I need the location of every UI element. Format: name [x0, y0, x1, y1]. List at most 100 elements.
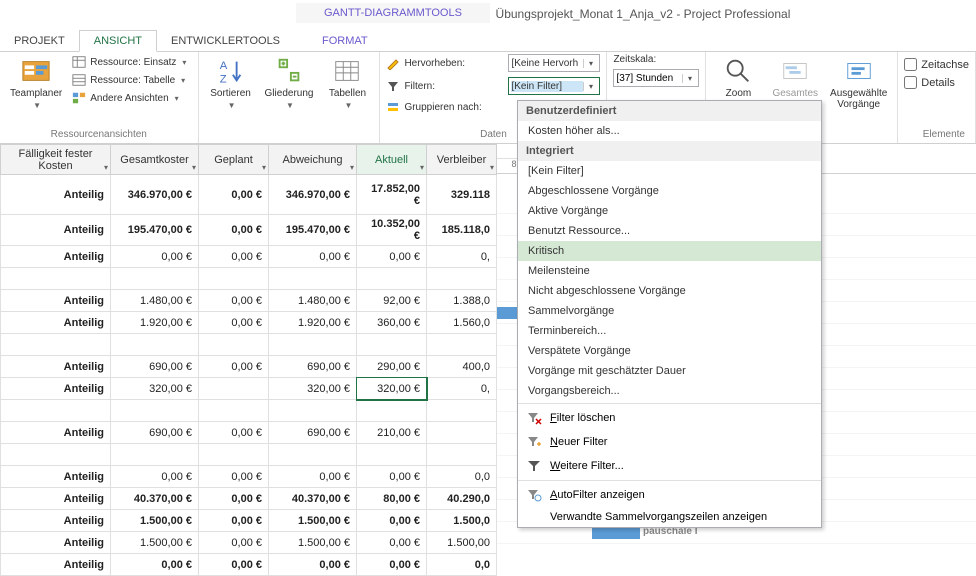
cell[interactable] [427, 400, 497, 422]
gantt-row[interactable] [497, 544, 976, 557]
cell[interactable]: 690,00 € [111, 356, 199, 378]
cell[interactable] [357, 334, 427, 356]
filter-item-none[interactable]: [Kein Filter] [518, 161, 821, 181]
cell[interactable] [111, 400, 199, 422]
sortieren-button[interactable]: AZ Sortieren▼ [205, 54, 257, 112]
filter-item[interactable]: Abgeschlossene Vorgänge [518, 181, 821, 201]
cell[interactable] [199, 268, 269, 290]
cell[interactable]: Anteilig [1, 356, 111, 378]
clear-filter-button[interactable]: Filter löschen [518, 406, 821, 430]
res-tabelle-button[interactable]: Ressource: Tabelle▾ [70, 72, 188, 88]
cell[interactable]: 80,00 € [357, 488, 427, 510]
cell[interactable]: 0,00 € [199, 510, 269, 532]
filter-item[interactable]: Vorgangsbereich... [518, 381, 821, 401]
cell[interactable]: 0,00 € [357, 466, 427, 488]
cell[interactable]: 0,00 € [357, 246, 427, 268]
cell[interactable]: 0,00 € [357, 532, 427, 554]
filter-item[interactable]: Vorgänge mit geschätzter Dauer [518, 361, 821, 381]
tab-projekt[interactable]: PROJEKT [0, 31, 79, 51]
cell[interactable] [1, 334, 111, 356]
cell[interactable]: 195.470,00 € [269, 215, 357, 246]
cell[interactable] [269, 444, 357, 466]
tabellen-button[interactable]: Tabellen▼ [321, 54, 373, 112]
cell[interactable] [427, 268, 497, 290]
cell[interactable]: Anteilig [1, 532, 111, 554]
res-einsatz-button[interactable]: Ressource: Einsatz▾ [70, 54, 188, 70]
cell[interactable]: 346.970,00 € [269, 175, 357, 215]
tab-format[interactable]: FORMAT [294, 31, 396, 51]
cell[interactable] [1, 444, 111, 466]
cell[interactable]: Anteilig [1, 510, 111, 532]
cell[interactable] [111, 334, 199, 356]
cell[interactable] [269, 400, 357, 422]
details-checkbox[interactable]: Details [904, 76, 955, 89]
hervorheben-combo[interactable]: [Keine Hervorh▾ [508, 54, 600, 72]
cell[interactable]: Anteilig [1, 290, 111, 312]
cell[interactable] [427, 422, 497, 444]
cell[interactable]: 1.920,00 € [269, 312, 357, 334]
cell[interactable]: Anteilig [1, 422, 111, 444]
filter-item[interactable]: Kosten höher als... [518, 121, 821, 141]
cell[interactable]: 1.500,0 [427, 510, 497, 532]
cell[interactable]: 0,00 € [199, 422, 269, 444]
cell[interactable] [199, 444, 269, 466]
col-aktuell[interactable]: Aktuell▾ [357, 145, 427, 175]
cell[interactable]: Anteilig [1, 378, 111, 400]
cell[interactable]: 0,00 € [199, 532, 269, 554]
cell[interactable]: 185.118,0 [427, 215, 497, 246]
tab-entwickler[interactable]: ENTWICKLERTOOLS [157, 31, 294, 51]
cell[interactable]: 0,00 € [111, 246, 199, 268]
cell[interactable]: 0,0 [427, 466, 497, 488]
cell[interactable]: 1.500,00 € [111, 532, 199, 554]
col-faelligkeit[interactable]: Fälligkeit fester Kosten▾ [1, 145, 111, 175]
cell[interactable]: 17.852,00 € [357, 175, 427, 215]
col-geplant[interactable]: Geplant▾ [199, 145, 269, 175]
col-gesamtkosten[interactable]: Gesamtkoster▾ [111, 145, 199, 175]
filter-item[interactable]: Meilensteine [518, 261, 821, 281]
tab-ansicht[interactable]: ANSICHT [79, 30, 157, 52]
new-filter-button[interactable]: Neuer Filter [518, 430, 821, 454]
cell[interactable]: 1.920,00 € [111, 312, 199, 334]
ausgewaehlte-button[interactable]: Ausgewählte Vorgänge [826, 54, 891, 112]
cell[interactable]: 320,00 € [357, 378, 427, 400]
cell[interactable]: 329.118 [427, 175, 497, 215]
cell[interactable]: 1.500,00 € [269, 510, 357, 532]
cell[interactable] [357, 400, 427, 422]
cell[interactable]: 0,00 € [199, 466, 269, 488]
cell[interactable] [1, 400, 111, 422]
cell[interactable]: 1.480,00 € [269, 290, 357, 312]
cell[interactable]: Anteilig [1, 215, 111, 246]
cell[interactable]: 0,00 € [111, 466, 199, 488]
cell[interactable]: Anteilig [1, 312, 111, 334]
cell[interactable]: 1.500,00 [427, 532, 497, 554]
cell[interactable]: Anteilig [1, 246, 111, 268]
cell[interactable]: 690,00 € [269, 422, 357, 444]
cell[interactable] [269, 268, 357, 290]
cell[interactable]: 346.970,00 € [111, 175, 199, 215]
cell[interactable] [357, 268, 427, 290]
related-summary-button[interactable]: Verwandte Sammelvorgangszeilen anzeigen [518, 507, 821, 527]
cell[interactable]: 40.290,0 [427, 488, 497, 510]
teamplaner-button[interactable]: Teamplaner ▼ [6, 54, 66, 112]
cell[interactable]: 0, [427, 246, 497, 268]
cell[interactable] [427, 444, 497, 466]
filter-item-kritisch[interactable]: Kritisch [518, 241, 821, 261]
cell[interactable]: 0,00 € [199, 488, 269, 510]
col-verbleibend[interactable]: Verbleiber▾ [427, 145, 497, 175]
cell[interactable]: 0,00 € [199, 215, 269, 246]
filter-item[interactable]: Benutzt Ressource... [518, 221, 821, 241]
cell[interactable]: 1.500,00 € [269, 532, 357, 554]
filter-item[interactable]: Aktive Vorgänge [518, 201, 821, 221]
cell[interactable]: 40.370,00 € [269, 488, 357, 510]
autofilter-button[interactable]: AutoFilter anzeigen [518, 483, 821, 507]
cell[interactable] [269, 334, 357, 356]
cell[interactable]: 1.500,00 € [111, 510, 199, 532]
filter-item[interactable]: Verspätete Vorgänge [518, 341, 821, 361]
gliederung-button[interactable]: Gliederung▼ [261, 54, 318, 112]
cell[interactable]: 320,00 € [269, 378, 357, 400]
cell[interactable]: 290,00 € [357, 356, 427, 378]
cell[interactable]: 0, [427, 378, 497, 400]
cell[interactable]: 0,00 € [199, 290, 269, 312]
filter-item[interactable]: Nicht abgeschlossene Vorgänge [518, 281, 821, 301]
gantt-bar[interactable] [592, 527, 640, 539]
